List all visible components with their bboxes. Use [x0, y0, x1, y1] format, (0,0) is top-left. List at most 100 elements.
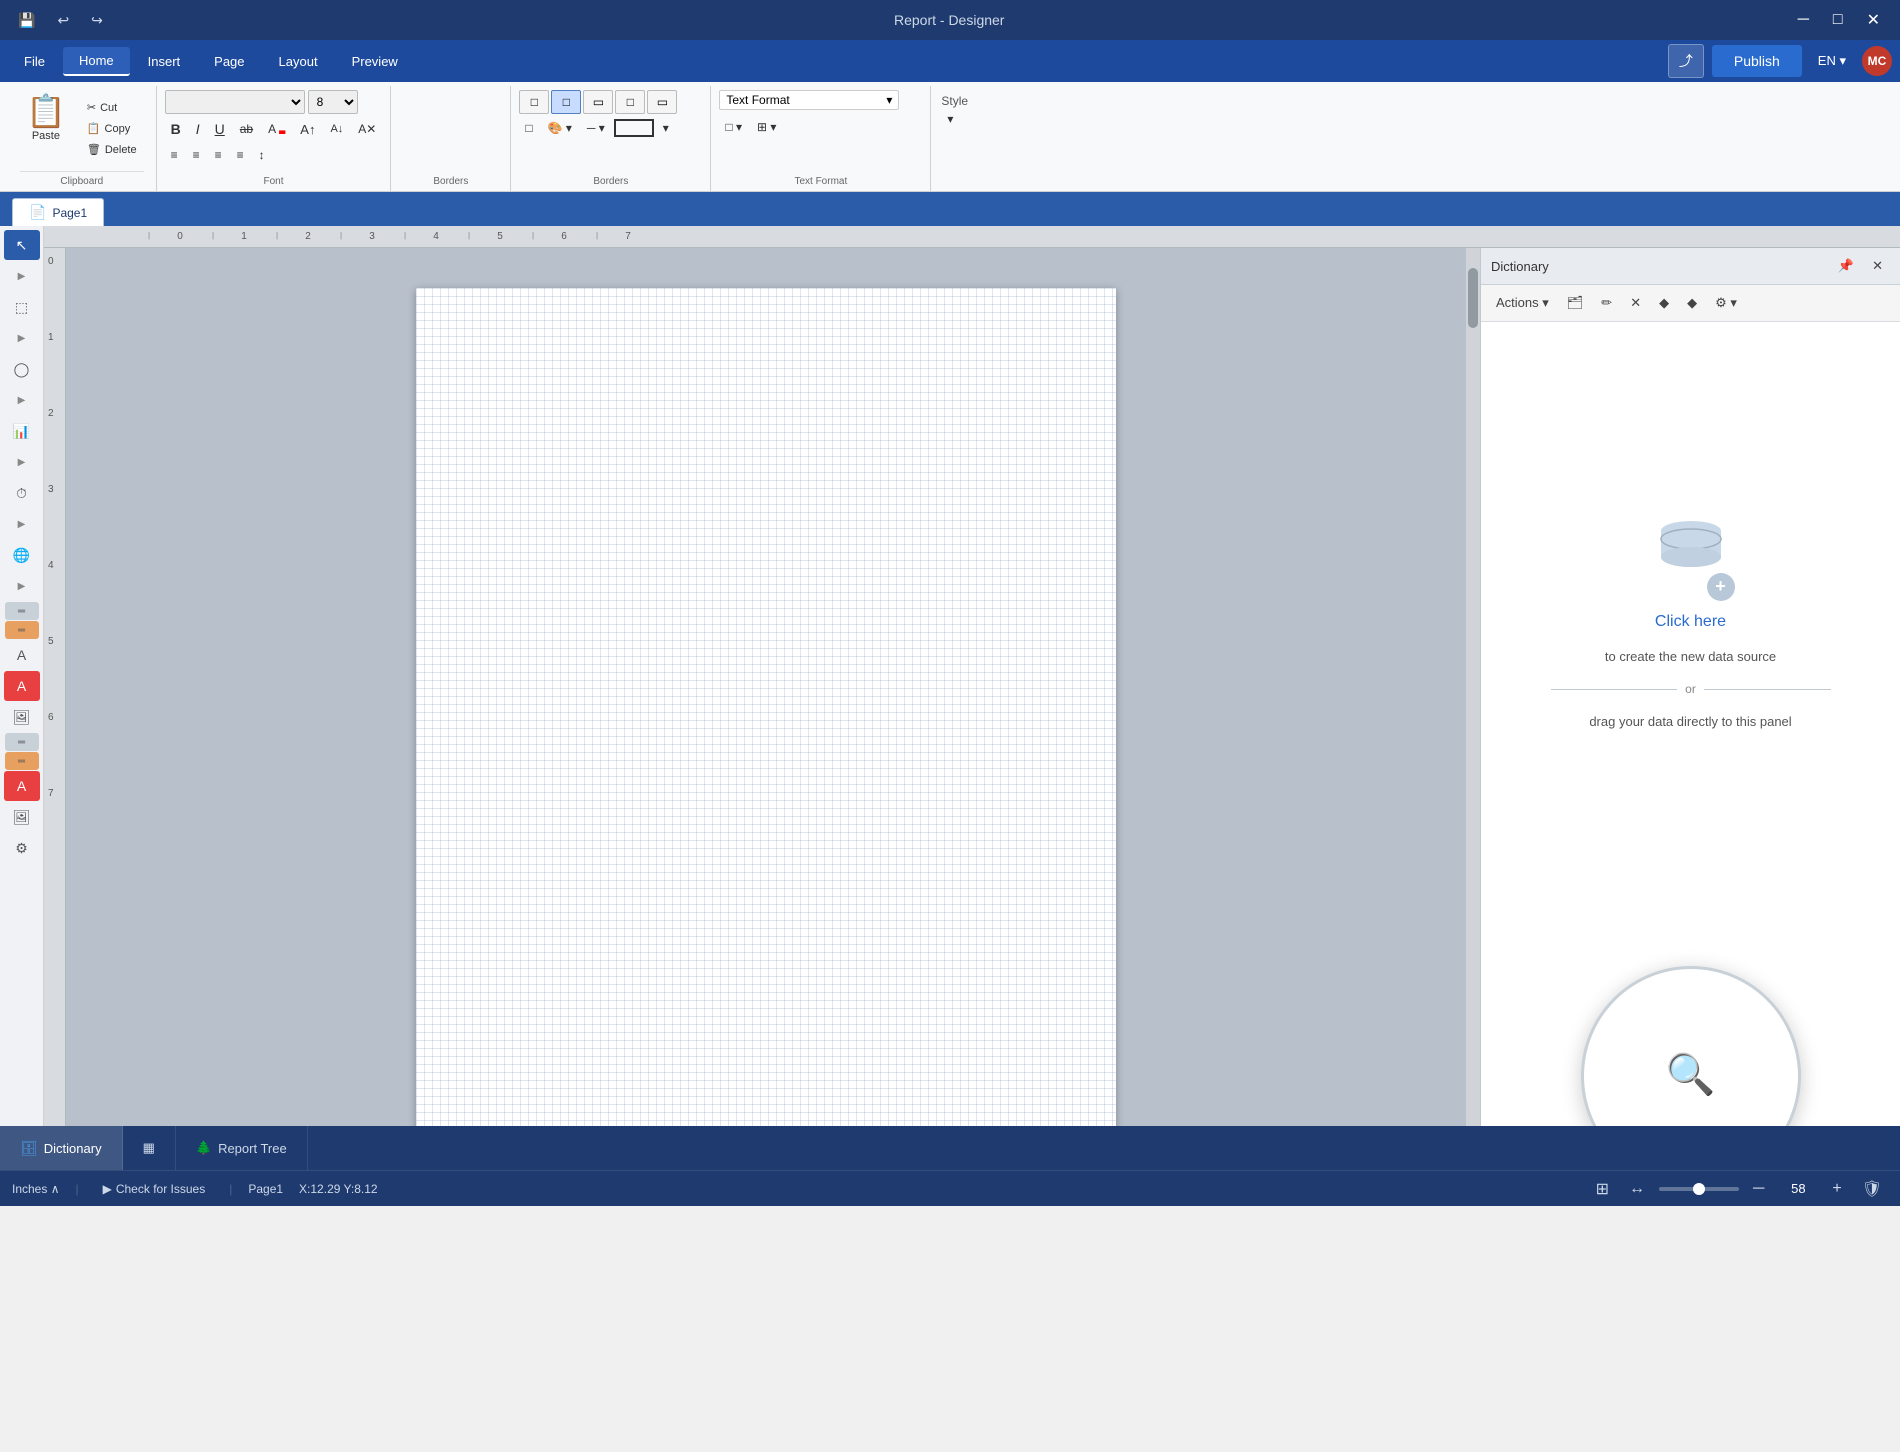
menu-page[interactable]: Page: [198, 48, 260, 75]
line-spacing-button[interactable]: ↕: [253, 144, 271, 166]
panel-3-button[interactable]: ═: [5, 733, 39, 751]
text-red-button[interactable]: A: [4, 671, 40, 701]
pointer-tool-button[interactable]: ↖: [4, 230, 40, 260]
fill-color-button[interactable]: 🎨 ▾: [542, 117, 578, 139]
border-outline-button[interactable]: □: [519, 117, 538, 139]
picture-tool-button[interactable]: 🖼: [4, 702, 40, 732]
undo-button[interactable]: ↩: [51, 8, 75, 33]
font-family-select[interactable]: [165, 90, 305, 114]
expand-btn-5[interactable]: ▶: [4, 509, 40, 539]
gauge-tool-button[interactable]: ⏱: [4, 478, 40, 508]
menu-home[interactable]: Home: [63, 47, 130, 76]
expand-btn-4[interactable]: ▶: [4, 447, 40, 477]
zoom-plus-button[interactable]: +: [1826, 1178, 1847, 1200]
minimize-button[interactable]: ─: [1790, 9, 1817, 31]
dict-folder-button[interactable]: 🗂: [1560, 291, 1591, 315]
close-button[interactable]: ✕: [1859, 8, 1888, 32]
underline-button[interactable]: U: [209, 117, 231, 141]
zoom-slider-thumb[interactable]: [1693, 1183, 1705, 1195]
shape-btn-3[interactable]: ▭: [583, 90, 613, 114]
dict-delete-button[interactable]: ✕: [1623, 291, 1648, 315]
dict-close-button[interactable]: ✕: [1865, 254, 1890, 278]
zoom-minus-button[interactable]: ─: [1747, 1178, 1770, 1200]
strikethrough-button[interactable]: ab: [234, 118, 259, 140]
settings-tool-button[interactable]: ⚙: [4, 833, 40, 863]
scrollbar-thumb[interactable]: [1468, 268, 1478, 328]
style-expand-btn[interactable]: ▾: [941, 108, 959, 130]
company-badge[interactable]: MC: [1862, 46, 1892, 76]
font-shrink-button[interactable]: A↓: [324, 119, 349, 139]
shape-btn-5[interactable]: ▭: [647, 90, 677, 114]
font-grow-button[interactable]: A↑: [294, 118, 321, 141]
font-color-button[interactable]: A▃: [262, 118, 291, 140]
bottom-tab-dictionary[interactable]: 🗄 Dictionary: [0, 1126, 123, 1170]
zoom-page-button[interactable]: ⊞: [1590, 1177, 1615, 1201]
select-tool-button[interactable]: ⬚: [4, 292, 40, 322]
expand-btn-2[interactable]: ▶: [4, 323, 40, 353]
status-bar: Inches ∧ | ▶ Check for Issues | Page1 X:…: [0, 1170, 1900, 1206]
page-tab-1[interactable]: 📄 Page1: [12, 198, 104, 226]
delete-button[interactable]: 🗑 Delete: [80, 140, 144, 159]
align-justify-button[interactable]: ≡: [231, 144, 250, 166]
image-tool-button[interactable]: 🖼: [4, 802, 40, 832]
line-color-button[interactable]: ─ ▾: [581, 117, 611, 139]
language-button[interactable]: EN ▾: [1810, 49, 1854, 73]
shape-btn-1[interactable]: □: [519, 90, 549, 114]
save-button[interactable]: 💾: [12, 8, 41, 33]
paste-button[interactable]: 📋 Paste: [20, 90, 72, 167]
menu-insert[interactable]: Insert: [132, 48, 197, 75]
align-left-button[interactable]: ≡: [165, 144, 184, 166]
expand-btn-1[interactable]: ▶: [4, 261, 40, 291]
dict-pin-button[interactable]: 📌: [1831, 254, 1861, 278]
redo-button[interactable]: ↪: [85, 8, 109, 33]
ruler-left-mark-5: 5: [44, 636, 65, 712]
expand-btn-3[interactable]: ▶: [4, 385, 40, 415]
menu-preview[interactable]: Preview: [336, 48, 414, 75]
align-right-button[interactable]: ≡: [209, 144, 228, 166]
text-tool-button[interactable]: A: [4, 640, 40, 670]
clipboard-sub-buttons: ✂ Cut 📋 Copy 🗑 Delete: [80, 90, 144, 167]
bold-button[interactable]: B: [165, 117, 187, 141]
dict-actions-button[interactable]: Actions ▾: [1489, 291, 1556, 315]
clear-format-button[interactable]: A✕: [352, 118, 382, 140]
click-here-link[interactable]: Click here: [1655, 613, 1726, 631]
panel-4-button[interactable]: ═: [5, 752, 39, 770]
check-issues-button[interactable]: ▶ Check for Issues: [95, 1178, 214, 1200]
bottom-tab-report-tree[interactable]: 🌲 Report Tree: [176, 1126, 308, 1170]
globe-tool-button[interactable]: 🌐: [4, 540, 40, 570]
publish-button[interactable]: Publish: [1712, 45, 1802, 77]
shape-btn-4[interactable]: □: [615, 90, 645, 114]
shield-button[interactable]: 🛡: [1856, 1177, 1888, 1201]
text-format-label: Text Format: [719, 172, 922, 187]
tf-extra-btn2[interactable]: ⊞ ▾: [751, 116, 782, 138]
text-format-dropdown[interactable]: Text Format ▾: [719, 90, 899, 110]
maximize-button[interactable]: □: [1825, 9, 1851, 31]
canvas-scroll[interactable]: [66, 248, 1466, 1126]
dict-settings-button[interactable]: ⚙ ▾: [1708, 291, 1744, 315]
align-center-button[interactable]: ≡: [187, 144, 206, 166]
panel-1-button[interactable]: ═: [5, 602, 39, 620]
share-button[interactable]: ⤴: [1668, 44, 1704, 78]
copy-button[interactable]: 📋 Copy: [80, 119, 144, 138]
tf-extra-btn1[interactable]: □ ▾: [719, 116, 748, 138]
vertical-scrollbar[interactable]: [1466, 248, 1480, 1126]
italic-button[interactable]: I: [190, 117, 206, 141]
zoom-slider[interactable]: [1659, 1187, 1739, 1191]
dict-edit-button[interactable]: ✏: [1594, 291, 1619, 315]
border-style-button[interactable]: ▾: [657, 117, 675, 139]
shapes-tool-button[interactable]: ◯: [4, 354, 40, 384]
inches-dropdown[interactable]: Inches ∧: [12, 1182, 59, 1196]
dict-diamond1-button[interactable]: ◆: [1652, 291, 1676, 315]
bottom-tab-grid[interactable]: ▦: [123, 1126, 176, 1170]
chart-tool-button[interactable]: 📊: [4, 416, 40, 446]
shape-btn-2[interactable]: □: [551, 90, 581, 114]
font-size-select[interactable]: 8 10 12 14: [308, 90, 358, 114]
cut-button[interactable]: ✂ Cut: [80, 98, 144, 117]
expand-btn-6[interactable]: ▶: [4, 571, 40, 601]
panel-2-button[interactable]: ═: [5, 621, 39, 639]
menu-layout[interactable]: Layout: [263, 48, 334, 75]
zoom-width-button[interactable]: ↔: [1623, 1178, 1651, 1200]
text2-tool-button[interactable]: A: [4, 771, 40, 801]
dict-diamond2-button[interactable]: ◆: [1680, 291, 1704, 315]
menu-file[interactable]: File: [8, 48, 61, 75]
